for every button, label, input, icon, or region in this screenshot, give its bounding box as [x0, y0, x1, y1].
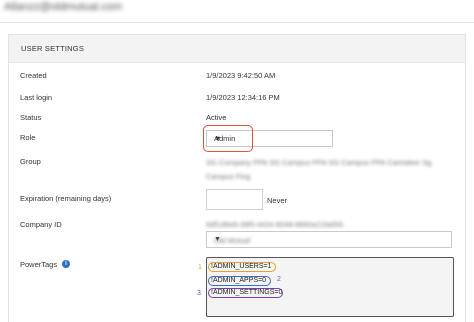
- powertag-item: !ADMIN_SETTINGS=0: [208, 288, 283, 298]
- panel-title: USER SETTINGS: [21, 44, 85, 53]
- chevron-down-icon: ▼: [214, 236, 221, 243]
- last-login-value: 1/9/2023 12:34:16 PM: [206, 93, 280, 102]
- created-value: 1/9/2023 9:42:50 AM: [206, 71, 276, 80]
- tag-number-2: 2: [277, 276, 281, 283]
- panel-header: USER SETTINGS: [9, 35, 465, 63]
- created-label: Created: [20, 71, 47, 80]
- company-id-value: 6df1d9e8-39f5-442e-8048-8860a21fa655: [206, 220, 344, 229]
- tag-number-1: 1: [198, 264, 202, 271]
- company-select[interactable]: Old Mutual ▼: [206, 231, 452, 248]
- expiration-input[interactable]: [206, 189, 263, 210]
- last-login-label: Last login: [20, 93, 53, 102]
- info-icon[interactable]: i: [62, 260, 70, 268]
- company-id-label: Company ID: [20, 220, 62, 229]
- powertag-item: !ADMIN_USERS=1: [208, 262, 276, 272]
- header-divider: [0, 22, 474, 23]
- powertags-label: PowerTags: [20, 260, 58, 269]
- group-value: SG Company PPA SG Campus PPA SG Campus P…: [206, 158, 432, 181]
- status-label: Status: [20, 113, 42, 122]
- status-value: Active: [206, 113, 227, 122]
- tag-number-3: 3: [197, 290, 201, 297]
- role-label: Role: [20, 133, 36, 142]
- group-label: Group: [20, 157, 41, 166]
- role-highlight-annotation: [203, 125, 253, 152]
- expiration-label: Expiration (remaining days): [20, 194, 112, 203]
- powertag-item: !ADMIN_APPS=0: [208, 276, 271, 286]
- expiration-suffix: Never: [267, 196, 288, 205]
- user-email: Allanzz@oldmutual.com: [4, 1, 123, 13]
